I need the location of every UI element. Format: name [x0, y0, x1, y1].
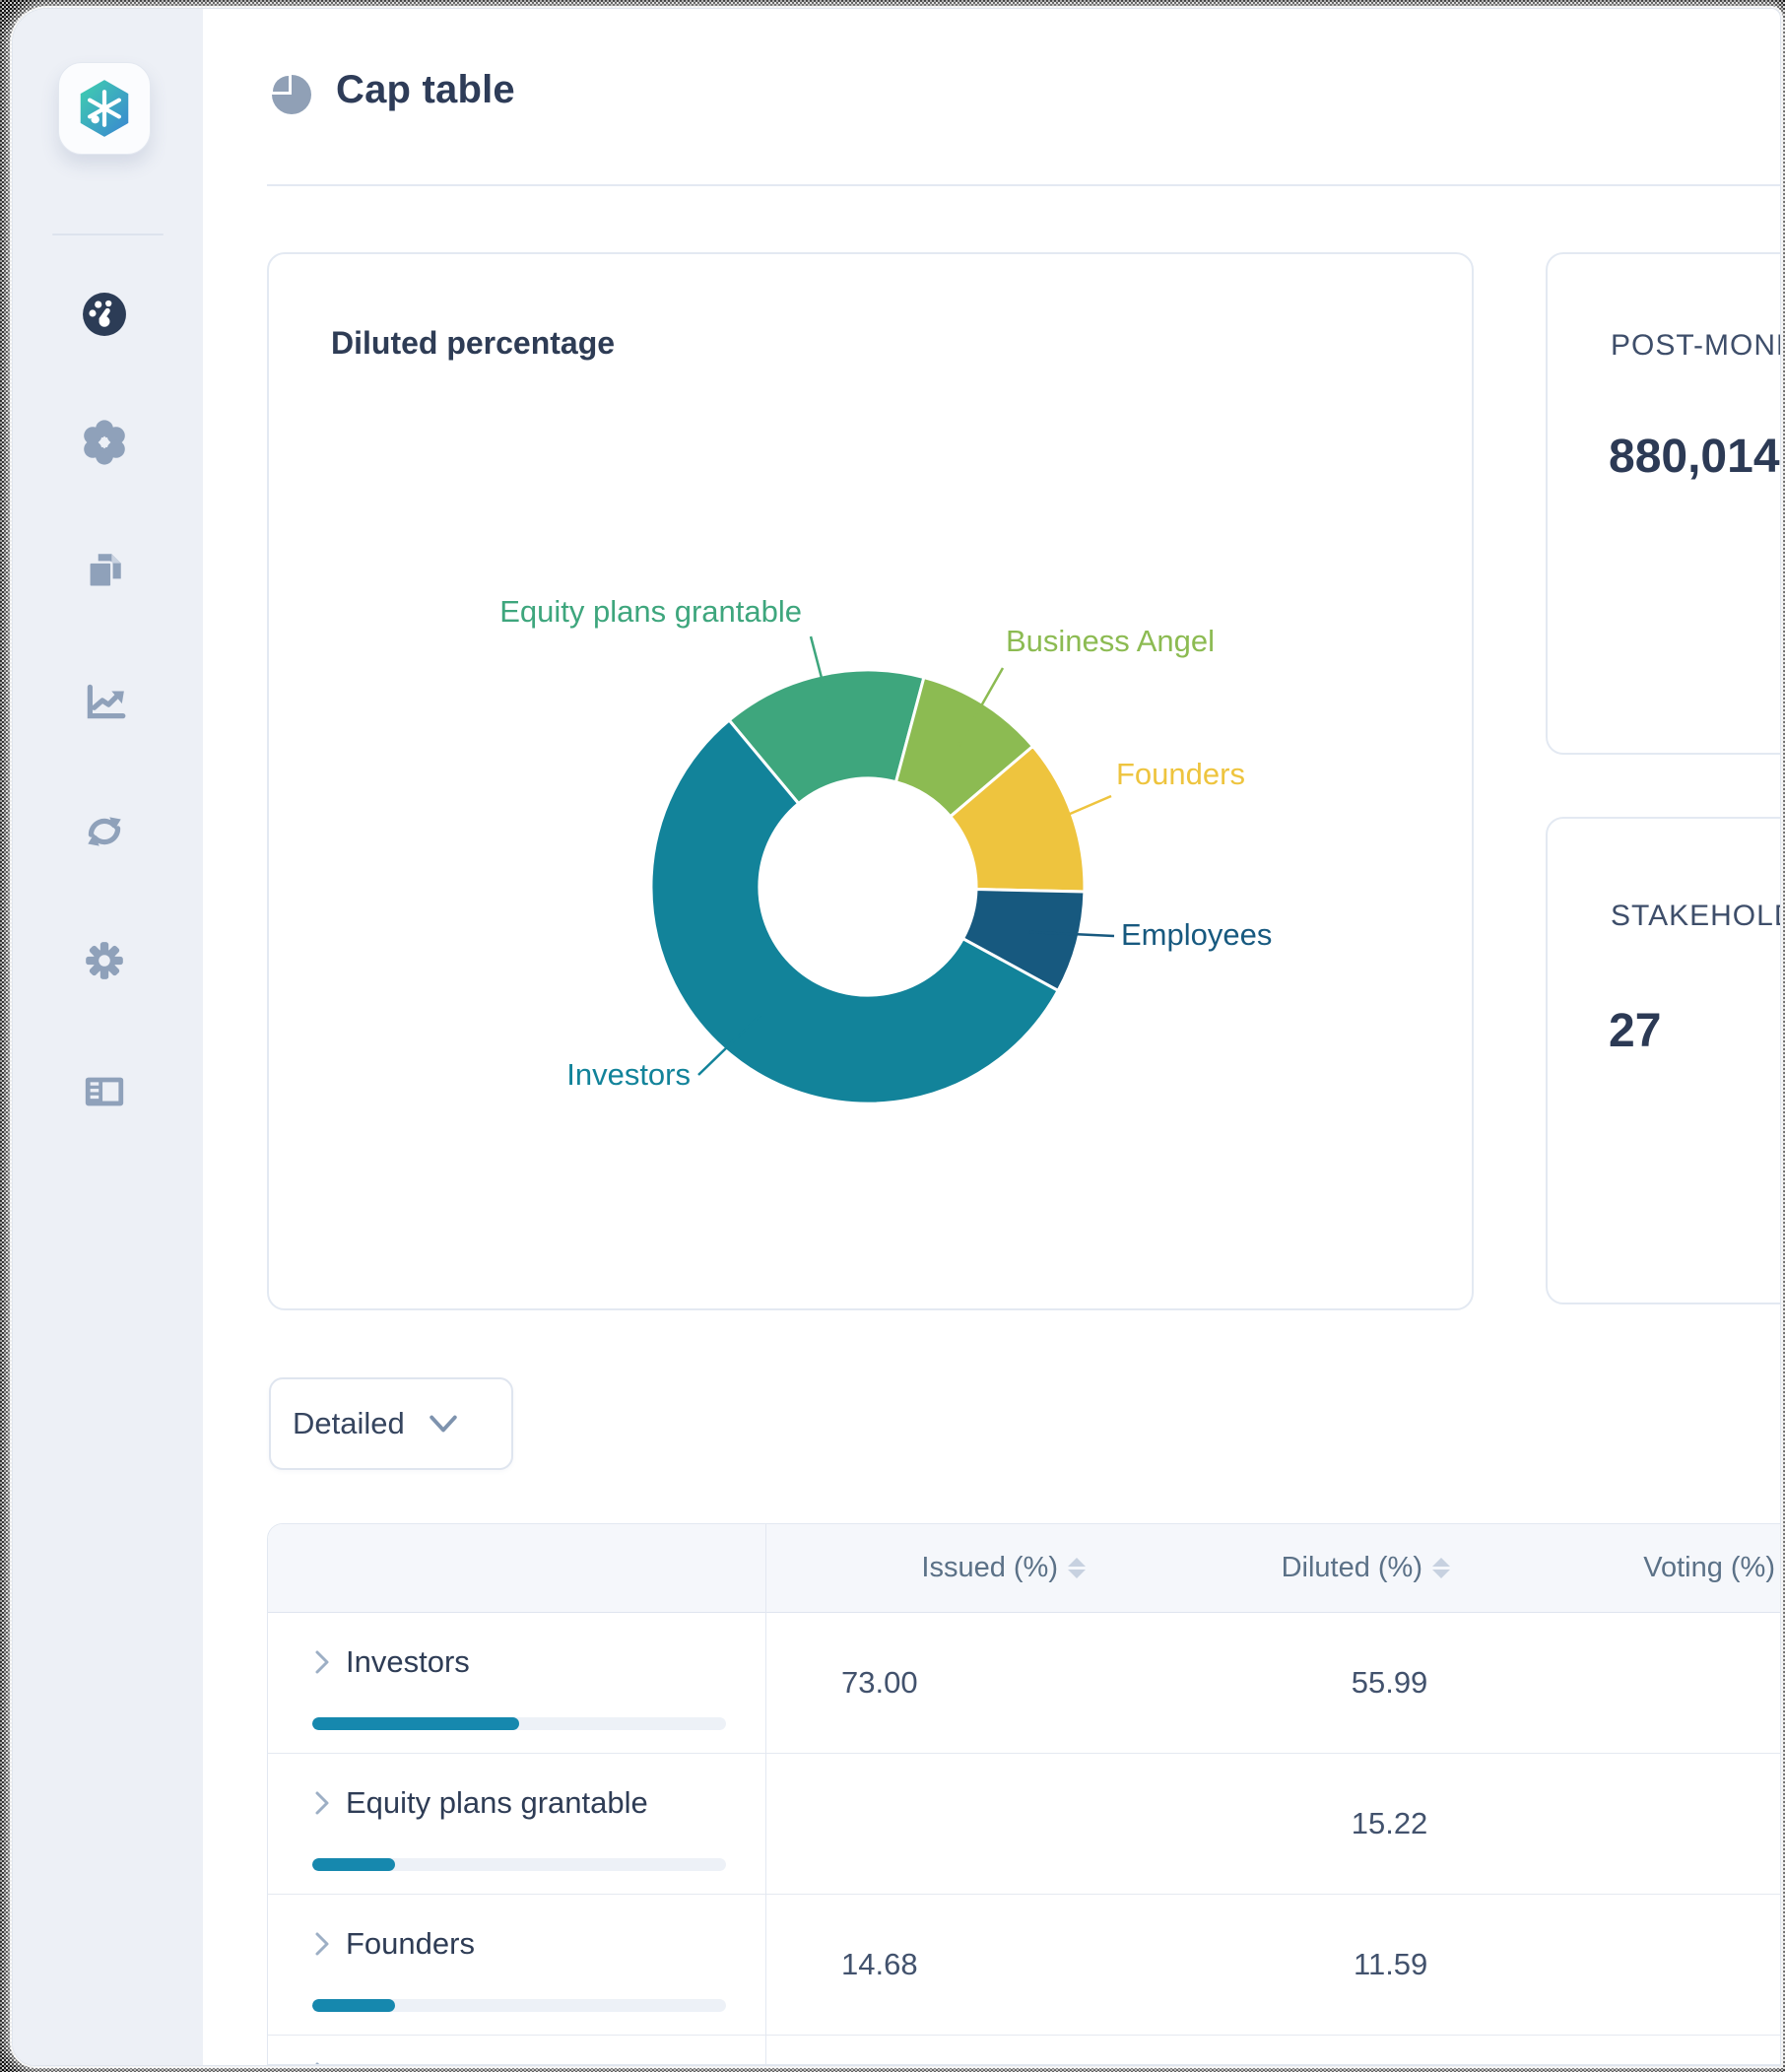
page-title: Cap table	[336, 68, 515, 111]
row-name: Investors	[346, 1644, 470, 1679]
sidebar-item-transactions[interactable]	[81, 808, 128, 855]
ownership-bar	[312, 1717, 726, 1730]
sidebar-item-dashboard[interactable]	[81, 291, 128, 338]
chevron-right-icon[interactable]	[312, 1790, 332, 1816]
cell-diluted: 11.59	[1354, 1947, 1428, 1981]
row-name: Founders	[346, 1926, 475, 1961]
chevron-down-icon	[430, 1415, 457, 1433]
ownership-bar	[312, 1858, 726, 1871]
cell-issued: 14.68	[841, 1947, 918, 1981]
sidebar-item-settings[interactable]	[81, 937, 128, 984]
table-header-diluted: Diluted (%)	[1095, 1524, 1460, 1612]
cell-voting: 60.1	[1437, 1665, 1780, 1701]
page: { "header": { "icon": "pie-chart-icon", …	[0, 0, 1785, 2072]
sort-icon[interactable]	[1068, 1558, 1086, 1578]
app-logo[interactable]	[58, 62, 151, 155]
segment-label-investors: Investors	[566, 1057, 691, 1092]
sidebar-item-reports[interactable]	[81, 1067, 128, 1114]
segment-label-business-angel: Business Angel	[1006, 624, 1215, 658]
documents-icon	[88, 554, 121, 588]
stakeholders-value: 27	[1609, 1005, 1662, 1057]
row-name: Equity plans grantable	[346, 1785, 648, 1820]
cell-issued: 73.00	[841, 1665, 918, 1700]
segment-label-founders: Founders	[1116, 757, 1245, 791]
view-selector-value: Detailed	[293, 1406, 405, 1440]
settings-gear-icon	[86, 942, 123, 979]
ownership-bar	[312, 1999, 726, 2012]
line-chart-icon	[87, 684, 126, 719]
stakeholders-label: STAKEHOLDERS	[1611, 900, 1780, 932]
table-row-equity-plans[interactable]: Equity plans grantable 15.22	[268, 1754, 1780, 1895]
dashboard-gauge-icon	[83, 293, 126, 336]
chevron-right-icon[interactable]	[312, 1649, 332, 1675]
panel-layout-icon	[85, 1077, 124, 1106]
segment-label-employees: Employees	[1121, 917, 1273, 952]
pie-chart-icon	[272, 75, 311, 114]
cell-diluted: 55.99	[1351, 1665, 1428, 1700]
table-row-founders[interactable]: Founders 14.68 11.59 21.8	[268, 1895, 1780, 2036]
sort-icon[interactable]	[1432, 1558, 1450, 1578]
table-row-partial[interactable]	[268, 2036, 1780, 2065]
sidebar-item-equity[interactable]	[81, 419, 128, 466]
sidebar-item-documents[interactable]	[81, 547, 128, 594]
sidebar-divider	[52, 234, 164, 235]
cell-voting: 21.8	[1437, 1947, 1780, 1982]
table-header-row: Issued (%) Diluted (%) Voting (%)	[268, 1524, 1780, 1613]
app-window: Cap table Diluted percentage Equity plan…	[12, 8, 1781, 2066]
diluted-percentage-card: Diluted percentage Equity plans grantabl…	[267, 252, 1474, 1310]
table-header-issued: Issued (%)	[765, 1524, 1095, 1612]
post-money-label: POST-MONEY	[1611, 329, 1780, 362]
header-divider	[267, 184, 1780, 186]
table-row-investors[interactable]: Investors 73.00 55.99 60.1	[268, 1613, 1780, 1754]
sidebar-item-performance[interactable]	[81, 678, 128, 725]
hexagon-asterisk-logo	[80, 80, 129, 137]
cap-table: Issued (%) Diluted (%) Voting (%) Invest…	[267, 1523, 1780, 2065]
label-connectors	[697, 635, 1115, 1076]
atom-structure-icon	[84, 420, 125, 465]
table-column-divider	[765, 1524, 766, 2064]
post-money-card: POST-MONEY 880,014	[1546, 252, 1780, 755]
sync-arrows-icon	[88, 817, 121, 846]
view-selector-dropdown[interactable]: Detailed	[269, 1377, 513, 1470]
table-header-voting: Voting (%)	[1643, 1552, 1775, 1583]
cell-diluted: 15.22	[1351, 1806, 1428, 1840]
chevron-right-icon[interactable]	[312, 2061, 332, 2065]
sidebar	[13, 9, 203, 2065]
stakeholders-card: STAKEHOLDERS 27	[1546, 817, 1780, 1304]
segment-label-equity-plans: Equity plans grantable	[499, 594, 802, 629]
post-money-value: 880,014	[1609, 431, 1780, 483]
chevron-right-icon[interactable]	[312, 1931, 332, 1957]
